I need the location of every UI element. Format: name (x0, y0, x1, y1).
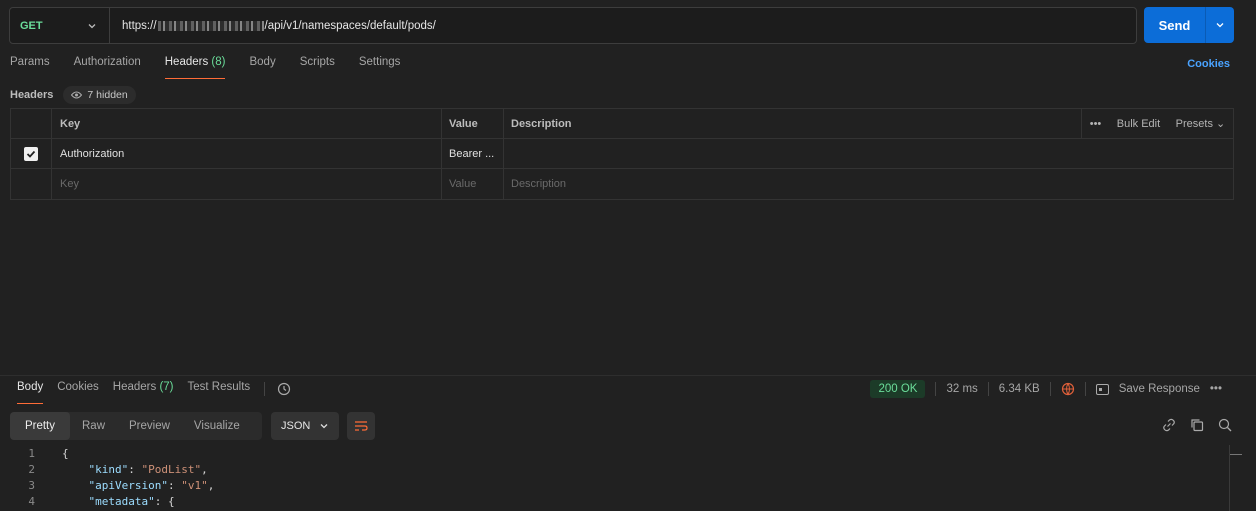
link-icon[interactable] (1162, 418, 1176, 432)
table-row-placeholder: Key Value Description (11, 169, 1233, 199)
tab-headers[interactable]: Headers (8) (164, 56, 226, 79)
header-value-cell[interactable]: Bearer ... (442, 139, 504, 168)
method-select[interactable]: GET (10, 8, 110, 43)
header-key-cell[interactable]: Authorization (52, 139, 442, 168)
presets-dropdown[interactable]: Presets ⌄ (1176, 117, 1226, 130)
request-tabs: Params Authorization Headers (8) Body Sc… (10, 56, 424, 79)
col-description: Description (511, 117, 572, 130)
headers-subheader: Headers 7 hidden (10, 86, 136, 104)
chevron-down-icon (1216, 23, 1224, 28)
view-visualize[interactable]: Visualize (182, 412, 252, 440)
response-divider[interactable] (0, 375, 1256, 376)
response-meta: 200 OK 32 ms 6.34 KB Save Response ••• (870, 380, 1222, 398)
tab-settings[interactable]: Settings (359, 56, 401, 79)
redacted-host (157, 20, 264, 31)
more-icon[interactable]: ••• (1210, 383, 1222, 395)
code-scrollbar[interactable] (1229, 445, 1242, 511)
tab-body[interactable]: Body (249, 56, 275, 79)
new-key-input[interactable]: Key (52, 169, 442, 199)
checkmark-icon (26, 150, 36, 158)
response-size[interactable]: 6.34 KB (999, 383, 1040, 395)
col-value: Value (442, 109, 504, 138)
view-raw[interactable]: Raw (70, 412, 117, 440)
tab-params[interactable]: Params (10, 56, 50, 79)
resp-tab-cookies[interactable]: Cookies (57, 381, 99, 404)
url-prefix: https:// (122, 19, 157, 32)
status-badge[interactable]: 200 OK (870, 380, 926, 398)
code-line: 4 "metadata": { (28, 494, 175, 508)
view-pretty[interactable]: Pretty (10, 412, 70, 440)
headers-title: Headers (10, 89, 54, 101)
code-line: 1 { (28, 446, 69, 460)
response-time[interactable]: 32 ms (946, 383, 977, 395)
header-description-cell[interactable] (504, 139, 1233, 168)
save-response-button[interactable]: Save Response (1119, 383, 1200, 395)
chevron-down-icon (88, 23, 96, 28)
url-path: /api/v1/namespaces/default/pods/ (264, 19, 436, 32)
wrap-icon (355, 421, 368, 431)
new-description-input[interactable]: Description (504, 169, 1233, 199)
view-mode-segmented: Pretty Raw Preview Visualize (10, 412, 262, 440)
tab-scripts[interactable]: Scripts (300, 56, 335, 79)
chevron-down-icon (320, 424, 328, 429)
bulk-edit-button[interactable]: Bulk Edit (1117, 118, 1160, 130)
copy-icon[interactable] (1190, 418, 1204, 432)
method-label: GET (20, 19, 43, 32)
network-globe-icon[interactable] (1061, 382, 1075, 396)
eye-icon (71, 91, 83, 99)
row-checkbox[interactable] (24, 146, 38, 161)
code-line: 2 "kind": "PodList", (28, 462, 208, 476)
save-icon (1095, 383, 1109, 395)
resp-tab-body[interactable]: Body (17, 381, 44, 404)
new-value-input[interactable]: Value (442, 169, 504, 199)
table-tools: ••• Bulk Edit Presets ⌄ (1081, 109, 1233, 138)
resp-tab-test-results[interactable]: Test Results (188, 381, 251, 404)
response-view-bar: Pretty Raw Preview Visualize JSON (10, 412, 375, 440)
code-line: 3 "apiVersion": "v1", (28, 478, 215, 492)
format-select[interactable]: JSON (271, 412, 339, 440)
headers-table: Key Value Description ••• Bulk Edit Pres… (10, 108, 1234, 200)
url-bar: GET https:// /api/v1/namespaces/default/… (9, 7, 1137, 44)
send-label: Send (1144, 7, 1206, 43)
hidden-headers-toggle[interactable]: 7 hidden (63, 86, 136, 104)
response-code-view[interactable]: 1 { 2 "kind": "PodList", 3 "apiVersion":… (0, 445, 1256, 509)
wrap-lines-button[interactable] (347, 412, 375, 440)
view-preview[interactable]: Preview (117, 412, 182, 440)
search-icon[interactable] (1218, 418, 1232, 432)
cookies-link[interactable]: Cookies (1187, 58, 1230, 70)
col-key: Key (52, 109, 442, 138)
response-tabs: Body Cookies Headers (7) Test Results (17, 381, 291, 404)
resp-tab-headers[interactable]: Headers (7) (113, 381, 174, 404)
tab-authorization[interactable]: Authorization (74, 56, 141, 79)
response-actions (1162, 418, 1232, 432)
history-icon[interactable] (277, 382, 291, 396)
send-dropdown[interactable] (1206, 7, 1234, 43)
table-header-row: Key Value Description ••• Bulk Edit Pres… (11, 109, 1233, 139)
send-button[interactable]: Send (1144, 7, 1234, 43)
more-icon[interactable]: ••• (1090, 118, 1102, 130)
table-row: Authorization Bearer ... (11, 139, 1233, 169)
url-input[interactable]: https:// /api/v1/namespaces/default/pods… (110, 20, 436, 32)
